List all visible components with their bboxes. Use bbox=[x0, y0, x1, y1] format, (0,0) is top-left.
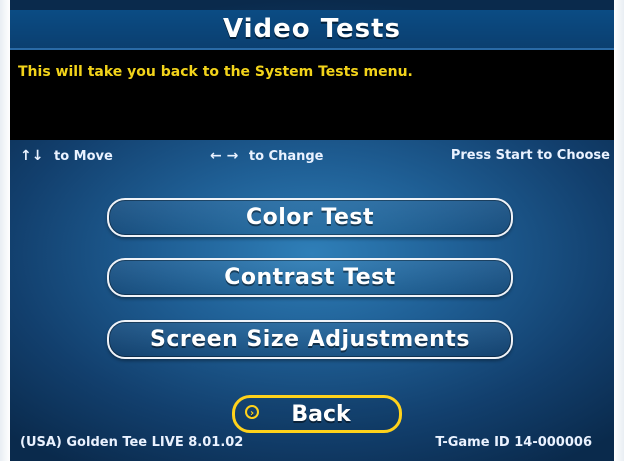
video-tests-screen: Video Tests This will take you back to t… bbox=[0, 0, 624, 461]
back-button-label: Back bbox=[291, 401, 351, 427]
title-bar: Video Tests bbox=[10, 10, 614, 50]
page-title: Video Tests bbox=[222, 14, 402, 44]
up-down-arrows-icon: ↑↓ bbox=[20, 148, 44, 164]
hint-change: ← → to Change bbox=[210, 148, 324, 164]
help-message: This will take you back to the System Te… bbox=[18, 64, 413, 80]
right-frame-border bbox=[614, 0, 624, 461]
hint-choose: Press Start to Choose bbox=[450, 148, 610, 163]
hint-change-label: to Change bbox=[248, 149, 324, 164]
control-hints: ↑↓ to Move ← → to Change Press Start to … bbox=[10, 143, 614, 167]
hint-move-label: to Move bbox=[54, 149, 113, 164]
selection-chevron-icon: › bbox=[245, 405, 259, 419]
contrast-test-button[interactable]: Contrast Test bbox=[107, 258, 513, 297]
screen-size-adjustments-button[interactable]: Screen Size Adjustments bbox=[107, 320, 513, 359]
back-button[interactable]: › Back bbox=[232, 395, 402, 433]
left-right-arrows-icon: ← → bbox=[210, 148, 239, 164]
footer: (USA) Golden Tee LIVE 8.01.02 T-Game ID … bbox=[10, 433, 614, 455]
hint-move: ↑↓ to Move bbox=[20, 148, 113, 164]
color-test-button[interactable]: Color Test bbox=[107, 198, 513, 237]
message-box: This will take you back to the System Te… bbox=[10, 50, 614, 140]
game-id-text: T-Game ID 14-000006 bbox=[435, 435, 592, 450]
left-frame-border bbox=[0, 0, 10, 461]
version-text: (USA) Golden Tee LIVE 8.01.02 bbox=[20, 435, 244, 450]
